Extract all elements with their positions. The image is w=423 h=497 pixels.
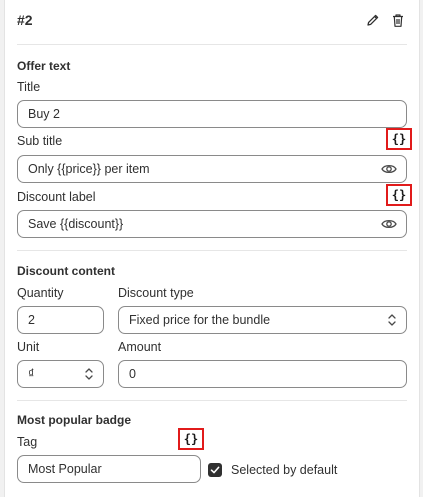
subtitle-label: Sub title [17, 134, 63, 148]
discount-label-label: Discount label [17, 190, 96, 204]
tag-input[interactable]: Most Popular [17, 455, 201, 483]
amount-input[interactable]: 0 [118, 360, 407, 388]
tag-label: Tag [17, 435, 38, 449]
subtitle-variable-button[interactable]: {} [386, 128, 412, 150]
discount-type-select[interactable]: Fixed price for the bundle [118, 306, 407, 334]
quantity-input-value: 2 [28, 313, 35, 327]
select-chevron-icon [85, 368, 93, 380]
amount-label: Amount [118, 340, 162, 354]
edit-icon[interactable] [363, 10, 383, 30]
bundle-offer-card: #2 Offer text Title Buy 2 Sub title {} O… [4, 0, 420, 497]
eye-icon[interactable] [381, 217, 397, 231]
title-input[interactable]: Buy 2 [17, 100, 407, 128]
discount-type-label: Discount type [118, 286, 194, 300]
select-chevron-icon [388, 314, 396, 326]
unit-select-value: ₫ [28, 367, 35, 381]
discount-label-input-value: Save {{discount}} [28, 217, 124, 231]
discount-type-select-value: Fixed price for the bundle [129, 313, 271, 327]
selected-by-default-label[interactable]: Selected by default [231, 463, 337, 477]
title-label: Title [17, 80, 41, 94]
offer-text-heading: Offer text [17, 59, 71, 73]
checkmark-icon [210, 466, 220, 474]
unit-select[interactable]: ₫ [17, 360, 104, 388]
subtitle-input[interactable]: Only {{price}} per item [17, 155, 407, 183]
eye-icon[interactable] [381, 162, 397, 176]
trash-icon[interactable] [388, 10, 408, 30]
quantity-input[interactable]: 2 [17, 306, 104, 334]
quantity-label: Quantity [17, 286, 64, 300]
unit-label: Unit [17, 340, 40, 354]
discount-label-input[interactable]: Save {{discount}} [17, 210, 407, 238]
offer-number-title: #2 [17, 12, 33, 28]
discount-divider [17, 400, 407, 401]
tag-input-value: Most Popular [28, 462, 102, 476]
subtitle-input-value: Only {{price}} per item [28, 162, 150, 176]
discount-content-heading: Discount content [17, 264, 115, 278]
discount-label-variable-button[interactable]: {} [386, 184, 412, 206]
header-divider [17, 44, 407, 45]
title-input-value: Buy 2 [28, 107, 60, 121]
selected-by-default-checkbox[interactable] [208, 463, 222, 477]
offer-divider [17, 250, 407, 251]
tag-variable-button[interactable]: {} [178, 428, 204, 450]
amount-input-value: 0 [129, 367, 136, 381]
most-popular-heading: Most popular badge [17, 413, 131, 427]
